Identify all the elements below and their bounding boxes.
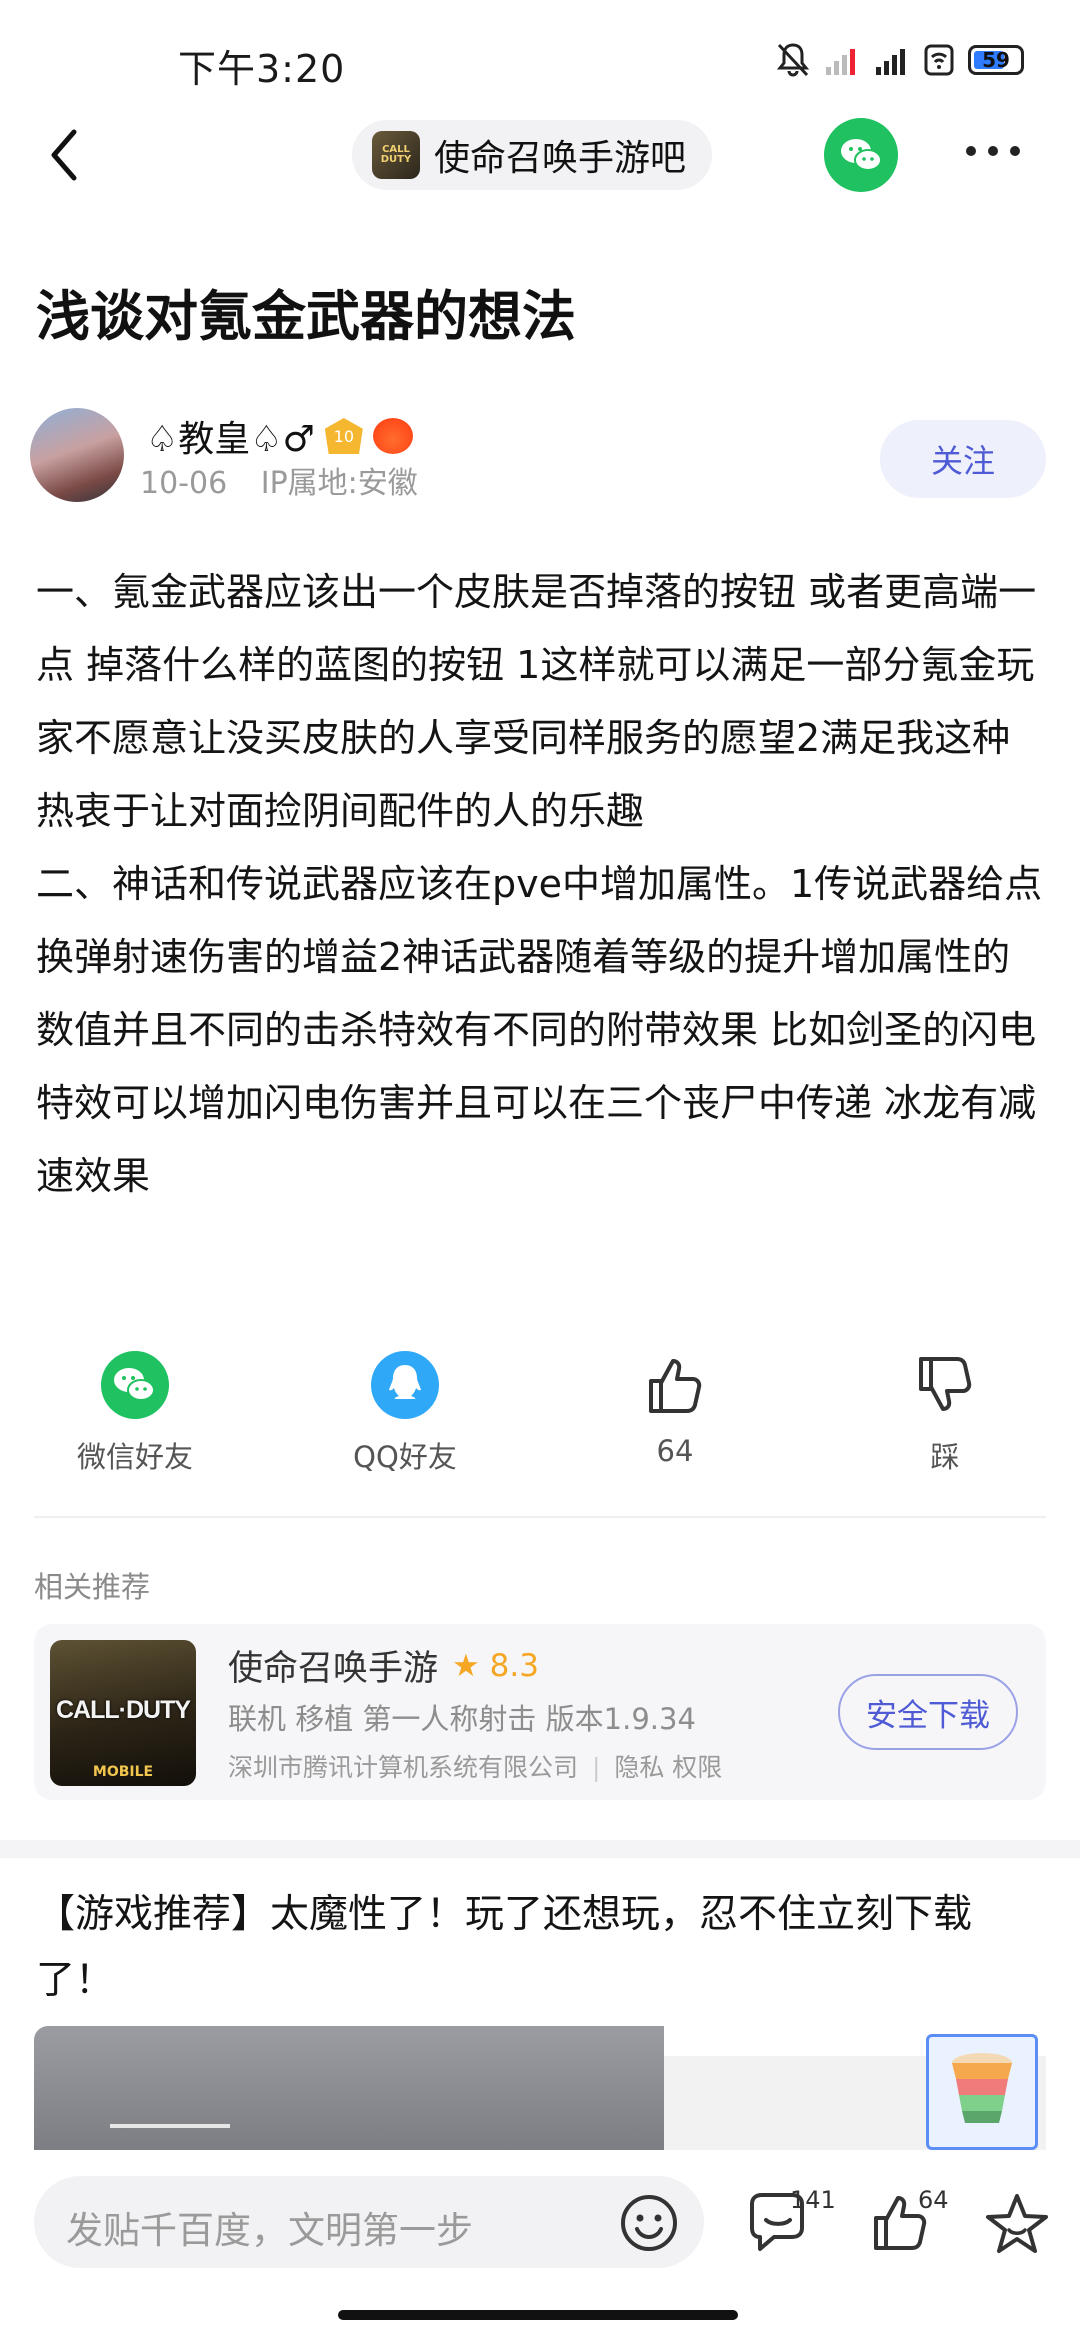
- status-icons: 59: [776, 40, 1024, 80]
- forum-name: 使命召唤手游吧: [434, 138, 687, 179]
- author-row[interactable]: ♤教皇♤♂ 10: [146, 410, 413, 462]
- app-developer-row: 深圳市腾讯计算机系统有限公司 | 隐私 权限: [228, 1753, 723, 1782]
- action-row: 微信好友 QQ好友 64 踩: [0, 1350, 1080, 1476]
- like-count-bottom: 64: [918, 2186, 949, 2214]
- level-badge: 10: [324, 418, 363, 454]
- related-heading: 相关推荐: [34, 1570, 151, 1604]
- thumbs-down-icon: [919, 1357, 972, 1411]
- ip-location: IP属地:安徽: [260, 466, 418, 501]
- app-developer: 深圳市腾讯计算机系统有限公司: [228, 1753, 579, 1782]
- download-button[interactable]: 安全下载: [838, 1674, 1018, 1750]
- layered-cup-icon: [952, 2053, 1012, 2123]
- more-icon[interactable]: [966, 146, 1020, 156]
- emoji-icon[interactable]: [618, 2192, 680, 2254]
- post-title: 浅谈对氪金武器的想法: [36, 285, 576, 348]
- thumbs-up-icon: [649, 1359, 702, 1413]
- status-time: 下午3:20: [178, 47, 346, 91]
- star-icon: [986, 2194, 1048, 2253]
- app-rating: ★ 8.3: [452, 1647, 539, 1684]
- author-meta: 10-06 IP属地:安徽: [140, 458, 418, 502]
- divider: [34, 1516, 1046, 1518]
- battery-icon: 59: [968, 45, 1024, 75]
- wechat-icon: [841, 139, 882, 171]
- action-label: 微信好友: [76, 1440, 193, 1474]
- app-icon[interactable]: CALL·DUTY MOBILE: [50, 1640, 196, 1786]
- signal-icon-1: [826, 49, 855, 75]
- game-badge-icon: [372, 418, 413, 454]
- dislike-button[interactable]: 踩: [810, 1350, 1080, 1476]
- share-qq-button[interactable]: QQ好友: [270, 1350, 540, 1476]
- action-label: QQ好友: [353, 1440, 457, 1474]
- section-gap: [0, 1840, 1080, 1858]
- post-date: 10-06: [140, 466, 228, 501]
- wifi-icon: [924, 44, 954, 76]
- signal-icon-2: [876, 49, 905, 75]
- app-icon-subtext: MOBILE: [92, 1764, 154, 1780]
- wechat-share-button[interactable]: [824, 118, 898, 192]
- promo-image[interactable]: [34, 2026, 664, 2150]
- author-name: ♤教皇♤♂: [146, 419, 315, 460]
- app-icon-text: CALL·DUTY: [55, 1696, 191, 1724]
- like-button[interactable]: 64: [540, 1350, 810, 1476]
- like-count: 64: [656, 1434, 694, 1468]
- mute-bell-icon: [776, 43, 810, 77]
- avatar[interactable]: [30, 408, 124, 502]
- app-privacy-links[interactable]: 隐私 权限: [614, 1753, 722, 1782]
- qq-icon: [371, 1351, 439, 1419]
- star-icon: ★: [452, 1647, 480, 1684]
- reply-input-placeholder: 发贴千百度，文明第一步: [66, 2209, 473, 2252]
- floating-ad[interactable]: [926, 2034, 1038, 2150]
- wechat-icon: [101, 1351, 169, 1419]
- home-indicator[interactable]: [338, 2310, 738, 2320]
- forum-pill[interactable]: CALL DUTY 使命召唤手游吧: [352, 120, 713, 190]
- follow-button[interactable]: 关注: [880, 420, 1046, 498]
- action-label: 踩: [930, 1440, 960, 1474]
- forum-logo: CALL DUTY: [372, 131, 420, 179]
- favorite-button[interactable]: [982, 2190, 1052, 2264]
- back-arrow-icon[interactable]: [40, 120, 90, 190]
- post-content: 一、氪金武器应该出一个皮肤是否掉落的按钮 或者更高端一点 掉落什么样的蓝图的按钮…: [36, 570, 1043, 1198]
- app-name: 使命召唤手游: [228, 1649, 439, 1689]
- promo-title[interactable]: 【游戏推荐】太魔性了！玩了还想玩，忍不住立刻下载了！: [36, 1882, 1046, 2014]
- share-wechat-button[interactable]: 微信好友: [0, 1350, 270, 1476]
- comment-count: 141: [790, 2186, 836, 2214]
- app-tags: 联机 移植 第一人称射击 版本1.9.34: [228, 1702, 696, 1736]
- app-title-row: 使命召唤手游 ★ 8.3: [228, 1640, 539, 1691]
- promo-image-line: [110, 2124, 230, 2128]
